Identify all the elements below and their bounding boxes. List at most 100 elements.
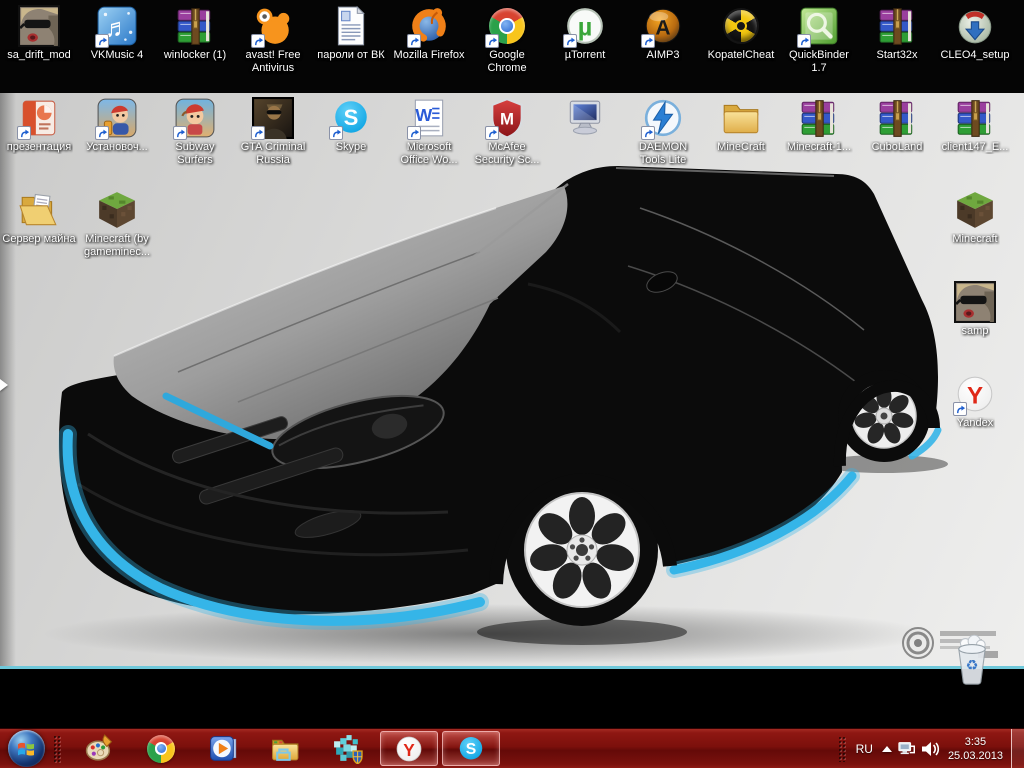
start32x-icon — [876, 5, 918, 47]
windows-orb-icon — [8, 730, 45, 767]
taskbar-button-skype[interactable]: S — [442, 731, 500, 766]
cleo4-setup-icon — [954, 5, 996, 47]
desktop-icon-cleo4-setup[interactable]: CLEO4_setup — [936, 5, 1014, 62]
paint-icon — [84, 733, 115, 764]
desktop-icon-utorrent[interactable]: µ µTorrent — [546, 5, 624, 62]
desktop-icon-gta-criminal-russia[interactable]: GTA Criminal Russia — [234, 97, 312, 167]
desktop-icon-yandex[interactable]: Y Yandex — [936, 373, 1014, 430]
desktop-icon-cuboland[interactable]: CuboLand — [858, 97, 936, 154]
desktop-icon-mozilla-firefox[interactable]: Mozilla Firefox — [390, 5, 468, 62]
desktop-icon-minecraft-folder[interactable]: MineCraft — [702, 97, 780, 154]
desktop-icon-label: VKMusic 4 — [89, 49, 146, 62]
desktop-screen: ♻ sa_drift_mod ♬ VKMusic 4 winlocker (1) — [0, 0, 1024, 768]
taskbar-button-windows-media-player[interactable] — [192, 729, 254, 768]
language-indicator[interactable]: RU — [851, 742, 878, 756]
clock-time: 3:35 — [965, 735, 986, 749]
up-arrow-icon — [882, 746, 892, 752]
daemon-tools-lite-icon — [642, 97, 684, 139]
shortcut-arrow-icon — [485, 34, 499, 48]
shortcut-arrow-icon — [329, 126, 343, 140]
shortcut-arrow-icon — [407, 126, 421, 140]
tray-grip[interactable] — [838, 736, 847, 762]
gta-criminal-russia-icon — [252, 97, 294, 139]
desktop-icon-kopatelcheat[interactable]: KopatelCheat — [702, 5, 780, 62]
desktop-icon-aimp3[interactable]: A AIMP3 — [624, 5, 702, 62]
chrome-icon — [147, 735, 175, 763]
desktop-icon-label: GTA Criminal Russia — [234, 141, 312, 167]
desktop-icon-label: DAEMON Tools Lite — [624, 141, 702, 167]
desktop-icon-label: avast! Free Antivirus — [234, 49, 312, 75]
network-icon[interactable] — [896, 738, 919, 760]
shortcut-arrow-icon — [17, 126, 31, 140]
ustanovoch-icon — [96, 97, 138, 139]
shortcut-arrow-icon — [641, 34, 655, 48]
desktop-icon-sa-drift-mod[interactable]: sa_drift_mod — [0, 5, 78, 62]
minecraft-by-gameminec-icon — [96, 189, 138, 231]
desktop-icon-mcafee-security-scan[interactable]: M McAfee Security Sc... — [468, 97, 546, 167]
clock-date: 25.03.2013 — [948, 749, 1003, 763]
desktop-icon-minecraft[interactable]: Minecraft — [936, 189, 1014, 246]
my-computer-icon — [564, 97, 606, 139]
desktop-icon-my-computer[interactable] — [546, 97, 624, 141]
server-maina-icon — [18, 189, 60, 231]
desktop: ♻ sa_drift_mod ♬ VKMusic 4 winlocker (1) — [0, 0, 1024, 728]
desktop-icon-label: Start32x — [875, 49, 920, 62]
taskbar-grip[interactable] — [53, 735, 62, 763]
taskbar-button-chrome[interactable] — [130, 729, 192, 768]
taskbar-button-windows-explorer[interactable] — [254, 729, 316, 768]
microsoft-office-word-icon: W — [408, 97, 450, 139]
desktop-icon-label: пароли от ВК — [315, 49, 386, 62]
google-chrome-icon — [486, 5, 528, 47]
desktop-icon-quickbinder-17[interactable]: QuickBinder 1.7 — [780, 5, 858, 75]
desktop-icon-label: Minecraft — [950, 233, 999, 246]
clock[interactable]: 3:35 25.03.2013 — [942, 735, 1011, 763]
desktop-icon-label: Yandex — [955, 417, 996, 430]
start-button[interactable] — [3, 729, 49, 768]
show-desktop-button[interactable] — [1011, 729, 1024, 768]
taskbar-button-yandex-browser[interactable]: Y — [380, 731, 438, 766]
desktop-icon-label: samp — [960, 325, 991, 338]
taskbar-button-paint[interactable] — [68, 729, 130, 768]
desktop-icon-avast-free-antivirus[interactable]: avast! Free Antivirus — [234, 5, 312, 75]
shortcut-arrow-icon — [95, 126, 109, 140]
desktop-icon-server-maina[interactable]: Сервер майна — [0, 189, 78, 246]
desktop-icon-daemon-tools-lite[interactable]: DAEMON Tools Lite — [624, 97, 702, 167]
desktop-icon-label: Сервер майна — [0, 233, 77, 246]
system-tray: RU 3:35 25.03.2013 — [834, 729, 1024, 768]
desktop-icon-samp[interactable]: samp — [936, 281, 1014, 338]
desktop-icon-client147-e[interactable]: client147_E... — [936, 97, 1014, 154]
winlocker-1-icon — [174, 5, 216, 47]
desktop-icon-winlocker-1[interactable]: winlocker (1) — [156, 5, 234, 62]
samp-icon — [954, 281, 996, 323]
desktop-icon-microsoft-office-word[interactable]: W Microsoft Office Wo... — [390, 97, 468, 167]
show-hidden-icons-arrow[interactable] — [878, 746, 896, 752]
shortcut-arrow-icon — [251, 126, 265, 140]
volume-icon[interactable] — [919, 738, 942, 760]
desktop-icon-vkmusic-4[interactable]: ♬ VKMusic 4 — [78, 5, 156, 62]
desktop-icon-paroli-ot-vk[interactable]: пароли от ВК — [312, 5, 390, 62]
avast-free-antivirus-icon — [252, 5, 294, 47]
desktop-icon-label: QuickBinder 1.7 — [780, 49, 858, 75]
desktop-icon-subway-surfers[interactable]: Subway Surfers — [156, 97, 234, 167]
desktop-icon-label: µTorrent — [563, 49, 608, 62]
desktop-icon-label: winlocker (1) — [162, 49, 228, 62]
prezentaciya-icon — [18, 97, 60, 139]
shortcut-arrow-icon — [407, 34, 421, 48]
desktop-icon-ustanovoch[interactable]: Установоч... — [78, 97, 156, 154]
shortcut-arrow-icon — [485, 126, 499, 140]
shortcut-arrow-icon — [95, 34, 109, 48]
taskbar-button-pixel-game[interactable] — [316, 729, 378, 768]
desktop-icon-label: McAfee Security Sc... — [468, 141, 546, 167]
desktop-icon-skype[interactable]: S Skype — [312, 97, 390, 154]
desktop-icon-prezentaciya[interactable]: презентация — [0, 97, 78, 154]
desktop-icon-minecraft-1-archive[interactable]: Minecraft-1... — [780, 97, 858, 154]
desktop-icon-google-chrome[interactable]: Google Chrome — [468, 5, 546, 75]
desktop-icons-layer: sa_drift_mod ♬ VKMusic 4 winlocker (1) a… — [0, 0, 1024, 728]
yandex-browser-icon: Y — [394, 734, 424, 764]
desktop-icon-minecraft-by-gameminec[interactable]: Minecraft (by gameminec... — [78, 189, 156, 259]
desktop-icon-start32x[interactable]: Start32x — [858, 5, 936, 62]
quickbinder-17-icon — [798, 5, 840, 47]
minecraft-icon — [954, 189, 996, 231]
kopatelcheat-icon — [720, 5, 762, 47]
svg-text:Y: Y — [967, 382, 983, 409]
